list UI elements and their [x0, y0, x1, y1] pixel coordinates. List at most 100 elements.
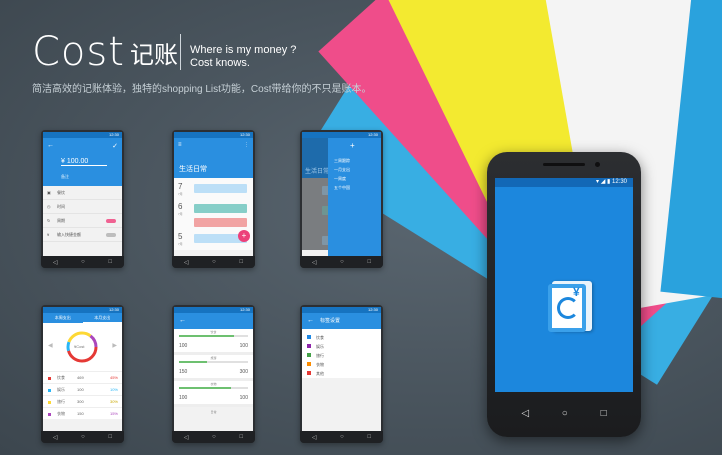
page-title: 标签设置 — [320, 318, 341, 324]
recent-icon[interactable]: □ — [240, 434, 244, 440]
home-icon[interactable]: ○ — [340, 434, 344, 440]
back-arrow-icon[interactable]: ← — [179, 317, 186, 324]
prev-icon[interactable]: ◀ — [48, 342, 53, 349]
tagline-question: Where is my money ? — [190, 44, 297, 56]
back-arrow-icon[interactable]: ← — [47, 142, 54, 149]
drawer-item[interactable]: 五个中国 — [334, 183, 381, 192]
row-time[interactable]: ◷ 时间 — [43, 200, 122, 214]
nav-bar: ◁ ○ □ — [172, 431, 255, 443]
tab-month[interactable]: 本月支出 — [82, 313, 122, 323]
nav-bar: ◁ ○ □ — [300, 256, 383, 268]
row-cycle[interactable]: ↻ 周期 — [43, 214, 122, 228]
back-icon[interactable]: ◁ — [53, 259, 58, 266]
day-month: 7月 — [178, 242, 183, 246]
back-icon[interactable]: ◁ — [53, 434, 58, 441]
recent-icon[interactable]: □ — [368, 259, 372, 265]
nav-buttons: ◁ ○ □ — [487, 408, 641, 419]
back-icon[interactable]: ◁ — [312, 434, 317, 441]
tag-row[interactable]: 饮食 — [302, 333, 381, 342]
row-category[interactable]: ▣ 餐饮 — [43, 186, 122, 200]
legend-list: 饮食 469 45% 娱乐 100 10% 旅行 300 30% 衣物 150 15% — [43, 371, 122, 419]
home-icon[interactable]: ○ — [340, 259, 344, 265]
tag-row[interactable]: 旅行 — [302, 351, 381, 360]
back-icon[interactable]: ◁ — [312, 259, 317, 266]
screen: 12:30 ← 饮食 100 100 旅游 150 300 衣物 100 100 日常 — [174, 307, 253, 431]
budget-left: 100 — [179, 395, 188, 401]
donut-area: ◀ ¥Cost ▶ — [43, 323, 122, 371]
tag-name: 饮食 — [316, 335, 324, 340]
tag-row[interactable]: 其他 — [302, 369, 381, 378]
recent-icon[interactable]: □ — [368, 434, 372, 440]
tag-row[interactable]: 衣物 — [302, 360, 381, 369]
phone-timeline: 12:30 ≡ ⋮ 生活日常 7 7月 6 7月 5 7月 + ◁ ○ □ — [172, 130, 255, 268]
nav-bar: ◁ ○ □ — [41, 256, 124, 268]
legend-row[interactable]: 饮食 469 45% — [43, 371, 122, 383]
note-field[interactable]: 备注 — [61, 174, 69, 180]
more-icon[interactable]: ⋮ — [244, 142, 249, 148]
expense-bar[interactable] — [194, 218, 247, 227]
budget-item[interactable]: 饮食 100 100 — [174, 329, 253, 355]
tag-color-swatch — [307, 371, 311, 375]
quick-toggle[interactable] — [106, 233, 116, 237]
tab-week[interactable]: 本周支出 — [43, 313, 83, 323]
home-icon[interactable]: ○ — [562, 408, 568, 419]
row-quick-amount[interactable]: ¥ 输入快捷金额 — [43, 228, 122, 242]
back-icon[interactable]: ◁ — [184, 434, 189, 441]
home-icon[interactable]: ○ — [81, 434, 85, 440]
back-arrow-icon[interactable]: ← — [307, 317, 314, 324]
check-icon[interactable]: ✓ — [112, 142, 118, 150]
legend-row[interactable]: 娱乐 100 10% — [43, 383, 122, 395]
budget-right: 100 — [239, 395, 248, 401]
add-icon[interactable]: + — [328, 138, 381, 150]
budget-track — [179, 361, 248, 363]
recent-icon[interactable]: □ — [240, 259, 244, 265]
expense-bar[interactable] — [194, 204, 247, 213]
nav-bar: ◁ ○ □ — [172, 256, 255, 268]
budget-item[interactable]: 旅游 150 300 — [174, 355, 253, 381]
brand-title-cn: 记账 — [130, 41, 178, 69]
next-icon[interactable]: ▶ — [112, 342, 117, 349]
home-icon[interactable]: ○ — [212, 259, 216, 265]
back-icon[interactable]: ◁ — [521, 408, 529, 419]
budget-left: 150 — [179, 369, 188, 375]
drawer-item[interactable]: 一月支出 — [334, 165, 381, 174]
amount-input[interactable]: ¥ 100.00 — [61, 158, 107, 166]
day-num: 7 — [178, 182, 183, 191]
drawer-list: 三周跟踪 一月支出 一周度 五个中国 — [328, 150, 381, 192]
drawer-item[interactable]: 三周跟踪 — [334, 156, 381, 165]
status-bar: ▾ ◢ ▮ 12:30 — [495, 178, 633, 187]
recent-icon[interactable]: □ — [601, 408, 607, 419]
nav-bar: ◁ ○ □ — [300, 431, 383, 443]
expense-bar[interactable] — [194, 184, 247, 193]
add-fab-button[interactable]: + — [238, 230, 250, 242]
screen: 12:30 ← 标签设置 饮食 娱乐 旅行 衣物 其他 — [302, 307, 381, 431]
phone-statistics: 12:30 本周支出 本月支出 ◀ ¥Cost ▶ 饮食 469 45% 娱乐 100… — [41, 305, 124, 443]
menu-icon[interactable]: ≡ — [178, 142, 182, 148]
tag-name: 其他 — [316, 371, 324, 376]
drawer-item[interactable]: 一周度 — [334, 174, 381, 183]
legend-row[interactable]: 旅行 300 30% — [43, 395, 122, 407]
header-divider — [180, 34, 181, 70]
tag-color-swatch — [307, 344, 311, 348]
donut-center: ¥Cost — [74, 344, 85, 349]
tag-name: 娱乐 — [316, 344, 324, 349]
cycle-toggle[interactable] — [106, 219, 116, 223]
cost-app-icon[interactable]: ¥ — [546, 281, 594, 333]
home-icon[interactable]: ○ — [81, 259, 85, 265]
legend-row[interactable]: 衣物 150 15% — [43, 407, 122, 419]
yen-symbol: ¥ — [573, 285, 580, 299]
budget-label: 衣物 — [210, 382, 217, 386]
budget-label: 饮食 — [210, 330, 217, 334]
home-icon[interactable]: ○ — [212, 434, 216, 440]
brand-title: Cost — [32, 29, 125, 75]
screen: 12:30 ≡ ⋮ 生活日常 7 7月 6 7月 5 7月 + — [174, 132, 253, 256]
recent-icon[interactable]: □ — [109, 434, 113, 440]
budget-track — [179, 335, 248, 337]
back-icon[interactable]: ◁ — [184, 259, 189, 266]
tag-row[interactable]: 娱乐 — [302, 342, 381, 351]
ledger-title: 生活日常 — [179, 166, 207, 173]
budget-label: 旅游 — [210, 356, 217, 360]
budget-item[interactable]: 衣物 100 100 — [174, 381, 253, 407]
screen: 12:30 本周支出 本月支出 ◀ ¥Cost ▶ 饮食 469 45% 娱乐 100… — [43, 307, 122, 431]
recent-icon[interactable]: □ — [109, 259, 113, 265]
